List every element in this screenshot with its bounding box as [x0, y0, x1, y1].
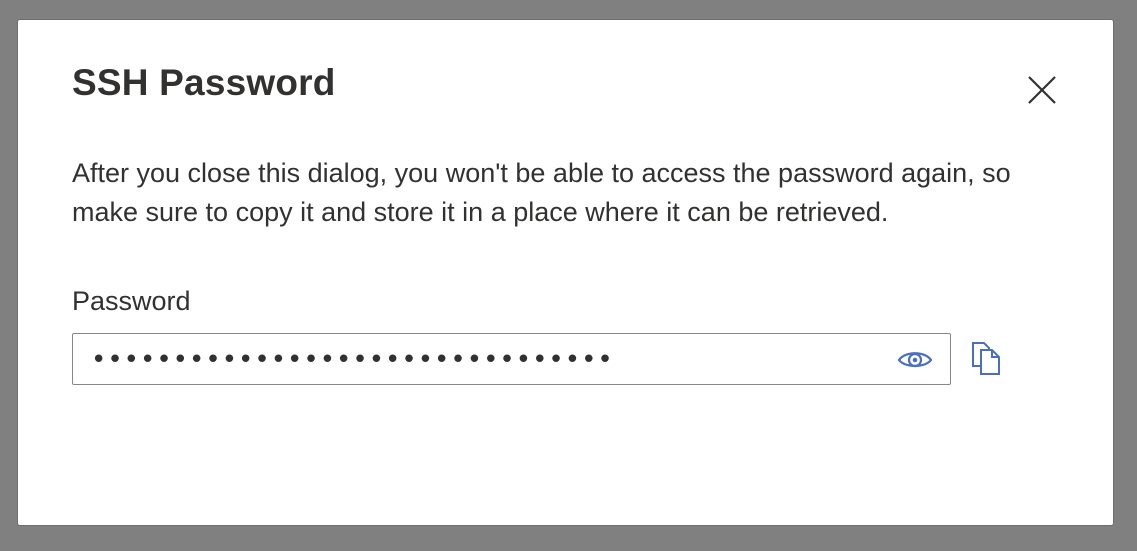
reveal-password-button[interactable] [895, 344, 935, 374]
copy-icon [972, 342, 1000, 375]
close-button[interactable] [1022, 70, 1062, 110]
close-icon [1028, 76, 1056, 104]
password-value[interactable]: •••••••••••••••••••••••••••••••• [91, 334, 871, 383]
dialog-message: After you close this dialog, you won't b… [72, 158, 1011, 227]
eye-icon [897, 352, 933, 368]
dialog-title: SSH Password [72, 62, 336, 103]
password-field[interactable]: •••••••••••••••••••••••••••••••• [72, 333, 951, 385]
ssh-password-dialog: SSH Password After you close this dialog… [17, 19, 1114, 526]
password-label: Password [72, 286, 191, 316]
copy-password-button[interactable] [964, 336, 1008, 380]
